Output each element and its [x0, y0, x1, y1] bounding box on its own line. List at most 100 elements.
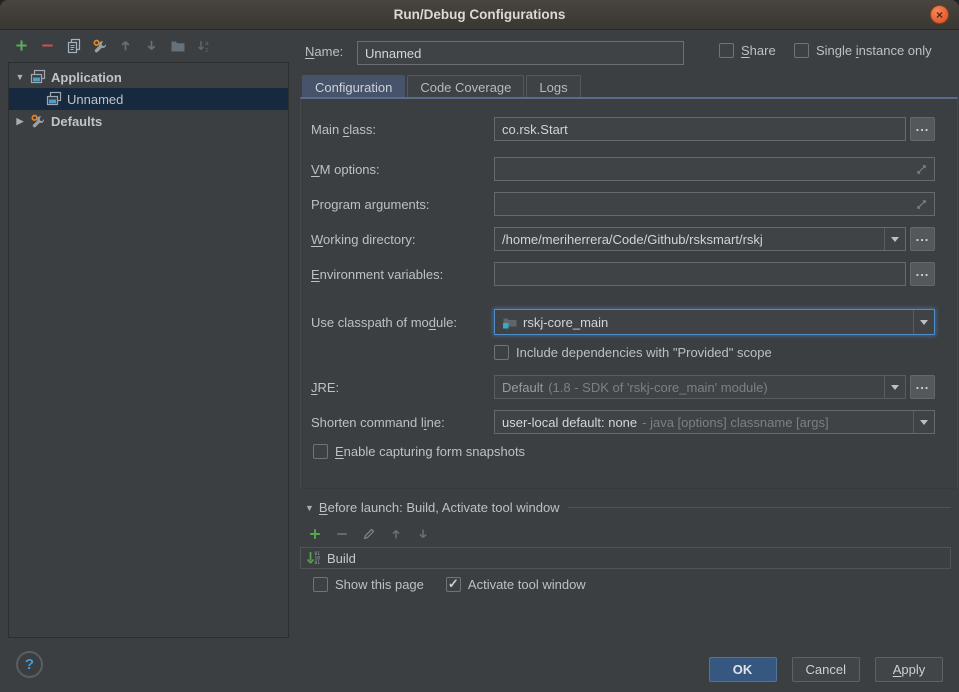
vm-options-field[interactable] — [494, 157, 935, 181]
show-this-page-checkbox[interactable] — [313, 577, 328, 592]
configuration-panel: Main class: co.rsk.Start ... VM options:… — [300, 97, 958, 489]
dropdown-arrow-icon[interactable] — [913, 310, 934, 334]
collapse-triangle-icon[interactable]: ▼ — [305, 503, 314, 513]
main-class-field[interactable]: co.rsk.Start — [494, 117, 906, 141]
shorten-command-line-combo[interactable]: user-local default: none - java [options… — [494, 410, 935, 434]
main-class-label: Main class: — [311, 122, 494, 137]
environment-variables-label: Environment variables: — [311, 267, 494, 282]
form-snapshots-checkbox[interactable] — [313, 444, 328, 459]
svg-text:z: z — [205, 47, 208, 54]
before-launch-list: 011001 Build — [300, 547, 951, 569]
main-class-row: Main class: co.rsk.Start ... — [311, 117, 935, 141]
working-directory-value: /home/meriherrera/Code/Github/rsksmart/r… — [502, 232, 763, 247]
footer-buttons: OK Cancel Apply — [709, 657, 943, 682]
form-snapshots-label: Enable capturing form snapshots — [335, 444, 525, 459]
help-icon[interactable]: ? — [16, 651, 43, 678]
cancel-button[interactable]: Cancel — [792, 657, 860, 682]
dropdown-arrow-icon[interactable] — [884, 376, 905, 398]
tab-configuration[interactable]: Configuration — [302, 75, 405, 98]
show-this-page-label: Show this page — [335, 577, 424, 592]
expand-field-icon[interactable] — [916, 199, 927, 210]
jre-value: Default — [502, 380, 543, 395]
environment-variables-browse-button[interactable]: ... — [910, 262, 935, 286]
form-snapshots-checkbox-group: Enable capturing form snapshots — [313, 444, 525, 459]
configurations-tree: ▼ Application Unnamed ▶ Defaults — [8, 62, 289, 638]
jre-browse-button[interactable]: ... — [910, 375, 935, 399]
dropdown-arrow-icon[interactable] — [913, 411, 934, 433]
main-class-browse-button[interactable]: ... — [910, 117, 935, 141]
move-down-icon[interactable] — [143, 37, 160, 54]
working-directory-label: Working directory: — [311, 232, 494, 247]
tab-bar: Configuration Code Coverage Logs — [302, 75, 581, 98]
before-launch-item-label: Build — [327, 551, 356, 566]
configurations-toolbar: az — [13, 37, 212, 54]
classpath-module-combo[interactable]: rskj-core_main — [494, 309, 935, 335]
include-provided-checkbox[interactable] — [494, 345, 509, 360]
single-instance-checkbox-group: Single instance only — [794, 43, 932, 58]
tab-label: Logs — [539, 80, 567, 95]
chevron-collapsed-icon[interactable]: ▶ — [15, 116, 25, 127]
single-instance-label: Single instance only — [816, 43, 932, 58]
main-class-value: co.rsk.Start — [502, 122, 568, 137]
before-launch-item-build[interactable]: 011001 Build — [306, 550, 356, 566]
tab-logs[interactable]: Logs — [526, 75, 580, 98]
jre-value-detail: (1.8 - SDK of 'rskj-core_main' module) — [548, 380, 768, 395]
activate-tool-window-checkbox[interactable] — [446, 577, 461, 592]
shorten-command-line-detail: - java [options] classname [args] — [642, 415, 828, 430]
create-folder-icon[interactable] — [169, 37, 186, 54]
run-configuration-icon — [30, 69, 46, 85]
module-icon — [502, 314, 518, 330]
name-row: Name: Share Single instance only — [305, 41, 951, 65]
environment-variables-field[interactable] — [494, 262, 906, 286]
tree-item-label: Defaults — [51, 114, 102, 129]
close-icon[interactable]: × — [930, 5, 949, 24]
dropdown-arrow-icon[interactable] — [884, 228, 905, 250]
before-launch-title: Before launch: Build, Activate tool wind… — [319, 500, 560, 515]
before-launch-toolbar — [306, 525, 431, 542]
include-provided-label: Include dependencies with "Provided" sco… — [516, 345, 772, 360]
copy-icon[interactable] — [65, 37, 82, 54]
name-label: Name: — [305, 44, 343, 59]
before-launch-header[interactable]: ▼ Before launch: Build, Activate tool wi… — [305, 500, 951, 515]
run-configuration-icon — [46, 91, 62, 107]
jre-combo[interactable]: Default (1.8 - SDK of 'rskj-core_main' m… — [494, 375, 906, 399]
shorten-command-line-row: Shorten command line: user-local default… — [311, 410, 935, 434]
name-input[interactable] — [357, 41, 684, 65]
program-arguments-field[interactable] — [494, 192, 935, 216]
tab-code-coverage[interactable]: Code Coverage — [407, 75, 524, 98]
expand-field-icon[interactable] — [916, 164, 927, 175]
wrench-icon — [30, 113, 46, 129]
vm-options-label: VM options: — [311, 162, 494, 177]
run-debug-configurations-dialog: Run/Debug Configurations × az ▼ Applicat… — [0, 0, 959, 692]
tree-item-label: Unnamed — [67, 92, 123, 107]
add-icon[interactable] — [13, 37, 30, 54]
edit-pencil-icon[interactable] — [360, 525, 377, 542]
activate-tool-window-checkbox-group: Activate tool window — [446, 577, 586, 592]
working-directory-browse-button[interactable]: ... — [910, 227, 935, 251]
window-title: Run/Debug Configurations — [394, 7, 566, 22]
tree-item-defaults[interactable]: ▶ Defaults — [9, 110, 288, 132]
add-icon[interactable] — [306, 525, 323, 542]
ok-button[interactable]: OK — [709, 657, 777, 682]
remove-icon[interactable] — [333, 525, 350, 542]
build-icon: 011001 — [306, 550, 322, 566]
shorten-command-line-label: Shorten command line: — [311, 415, 494, 430]
working-directory-row: Working directory: /home/meriherrera/Cod… — [311, 227, 935, 251]
move-up-icon[interactable] — [387, 525, 404, 542]
tree-item-unnamed[interactable]: Unnamed — [9, 88, 288, 110]
move-up-icon[interactable] — [117, 37, 134, 54]
share-checkbox[interactable] — [719, 43, 734, 58]
tree-item-application[interactable]: ▼ Application — [9, 66, 288, 88]
tree-item-label: Application — [51, 70, 122, 85]
classpath-module-label: Use classpath of module: — [311, 315, 494, 330]
working-directory-combo[interactable]: /home/meriherrera/Code/Github/rsksmart/r… — [494, 227, 906, 251]
remove-icon[interactable] — [39, 37, 56, 54]
chevron-expanded-icon[interactable]: ▼ — [15, 72, 25, 82]
move-down-icon[interactable] — [414, 525, 431, 542]
apply-button[interactable]: Apply — [875, 657, 943, 682]
edit-defaults-wrench-icon[interactable] — [91, 37, 108, 54]
titlebar: Run/Debug Configurations × — [0, 0, 959, 30]
tab-label: Code Coverage — [420, 80, 511, 95]
single-instance-checkbox[interactable] — [794, 43, 809, 58]
sort-alphabetically-icon[interactable]: az — [195, 37, 212, 54]
